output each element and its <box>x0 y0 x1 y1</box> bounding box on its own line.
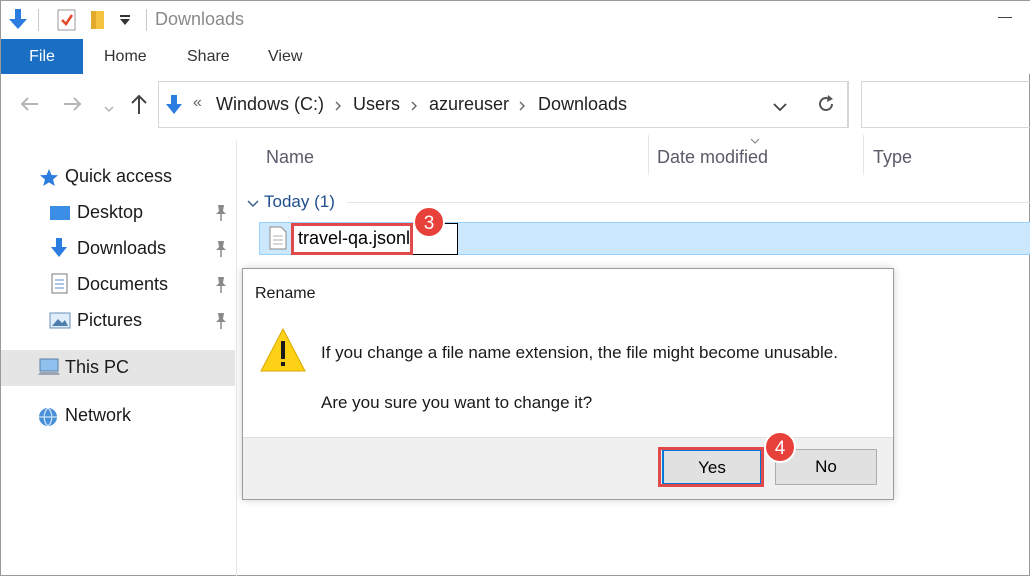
group-header-today[interactable]: Today (1) <box>264 192 335 212</box>
pin-icon[interactable] <box>213 240 229 263</box>
column-header-type[interactable]: Type <box>873 147 912 168</box>
refresh-icon <box>816 94 836 119</box>
downloads-location-icon <box>165 94 183 121</box>
pin-icon[interactable] <box>213 204 229 227</box>
rename-dialog: Rename If you change a file name extensi… <box>242 268 894 500</box>
forward-arrow-icon[interactable] <box>63 95 83 118</box>
breadcrumb-chevron-icon <box>334 99 342 117</box>
minimize-button[interactable] <box>998 17 1012 18</box>
properties-check-icon[interactable] <box>56 8 78 37</box>
address-overflow[interactable]: « <box>193 94 202 112</box>
sidebar-item-label: Documents <box>77 274 169 294</box>
sidebar-item-label: Quick access <box>65 166 173 186</box>
toolbar-separator <box>38 9 39 31</box>
tab-share[interactable]: Share <box>187 39 230 74</box>
step-badge-4: 4 <box>764 431 796 463</box>
highlight-box-yes <box>658 447 764 487</box>
sidebar-item-network[interactable]: Network <box>1 398 235 434</box>
desktop-icon <box>49 205 71 227</box>
pin-icon[interactable] <box>213 276 229 299</box>
dialog-question: Are you sure you want to change it? <box>321 393 593 412</box>
group-divider <box>347 202 1030 203</box>
warning-icon <box>259 327 307 378</box>
column-divider[interactable] <box>863 135 864 175</box>
dialog-title: Rename <box>255 285 316 302</box>
title-bar: Downloads <box>1 1 1030 39</box>
group-collapse-chevron-icon[interactable] <box>247 196 259 214</box>
column-header-date-modified[interactable]: Date modified <box>657 147 768 168</box>
refresh-button[interactable] <box>805 81 849 128</box>
search-input[interactable] <box>861 81 1030 128</box>
navigation-pane: Quick access Desktop Downloads Documents… <box>1 141 237 576</box>
sidebar-item-label: Pictures <box>77 310 143 330</box>
sidebar-item-pictures[interactable]: Pictures <box>1 303 235 339</box>
pictures-icon <box>49 312 71 335</box>
tab-view[interactable]: View <box>268 39 302 74</box>
window-title: Downloads <box>155 9 245 29</box>
sidebar-item-desktop[interactable]: Desktop <box>1 195 235 231</box>
sidebar-item-downloads[interactable]: Downloads <box>1 231 235 267</box>
breadcrumb-azureuser[interactable]: azureuser <box>429 94 509 115</box>
star-icon <box>39 168 59 192</box>
network-icon <box>37 406 59 433</box>
documents-icon <box>51 273 69 300</box>
breadcrumb-chevron-icon <box>518 99 526 117</box>
tab-home[interactable]: Home <box>104 39 147 74</box>
customize-dropdown-icon[interactable] <box>119 13 131 32</box>
dialog-message: If you change a file name extension, the… <box>321 343 838 362</box>
ribbon-tabs: File Home Share View <box>1 39 1030 74</box>
pin-icon[interactable] <box>213 312 229 335</box>
column-divider[interactable] <box>648 135 649 175</box>
breadcrumb-chevron-icon <box>410 99 418 117</box>
column-header-name[interactable]: Name <box>266 147 314 168</box>
sidebar-item-quick-access[interactable]: Quick access <box>1 159 235 195</box>
download-icon <box>50 237 68 264</box>
up-arrow-icon[interactable] <box>129 93 149 120</box>
address-dropdown-chevron-icon[interactable] <box>772 99 788 117</box>
computer-icon <box>37 358 61 383</box>
sidebar-item-label: This PC <box>65 357 130 377</box>
address-bar[interactable]: « Windows (C:) Users azureuser Downloads <box>158 81 848 128</box>
sidebar-item-label: Desktop <box>77 202 144 222</box>
sidebar-item-this-pc[interactable]: This PC <box>1 350 235 386</box>
sidebar-item-documents[interactable]: Documents <box>1 267 235 303</box>
step-badge-3: 3 <box>413 206 445 238</box>
back-arrow-icon[interactable] <box>19 95 39 118</box>
breadcrumb-users[interactable]: Users <box>353 94 400 115</box>
file-explorer-window: Downloads File Home Share View « Windows… <box>0 0 1030 576</box>
highlight-box-rename <box>291 223 413 255</box>
sidebar-item-label: Network <box>65 405 132 425</box>
sidebar-item-label: Downloads <box>77 238 167 258</box>
new-folder-icon[interactable] <box>89 8 107 37</box>
text-file-icon <box>269 226 287 255</box>
recent-locations-chevron-icon[interactable] <box>104 100 114 118</box>
breadcrumb-windows-c[interactable]: Windows (C:) <box>216 94 324 115</box>
downloads-arrow-icon <box>7 7 29 38</box>
breadcrumb-downloads[interactable]: Downloads <box>538 94 627 115</box>
title-separator <box>146 9 147 31</box>
tab-file[interactable]: File <box>1 39 83 74</box>
